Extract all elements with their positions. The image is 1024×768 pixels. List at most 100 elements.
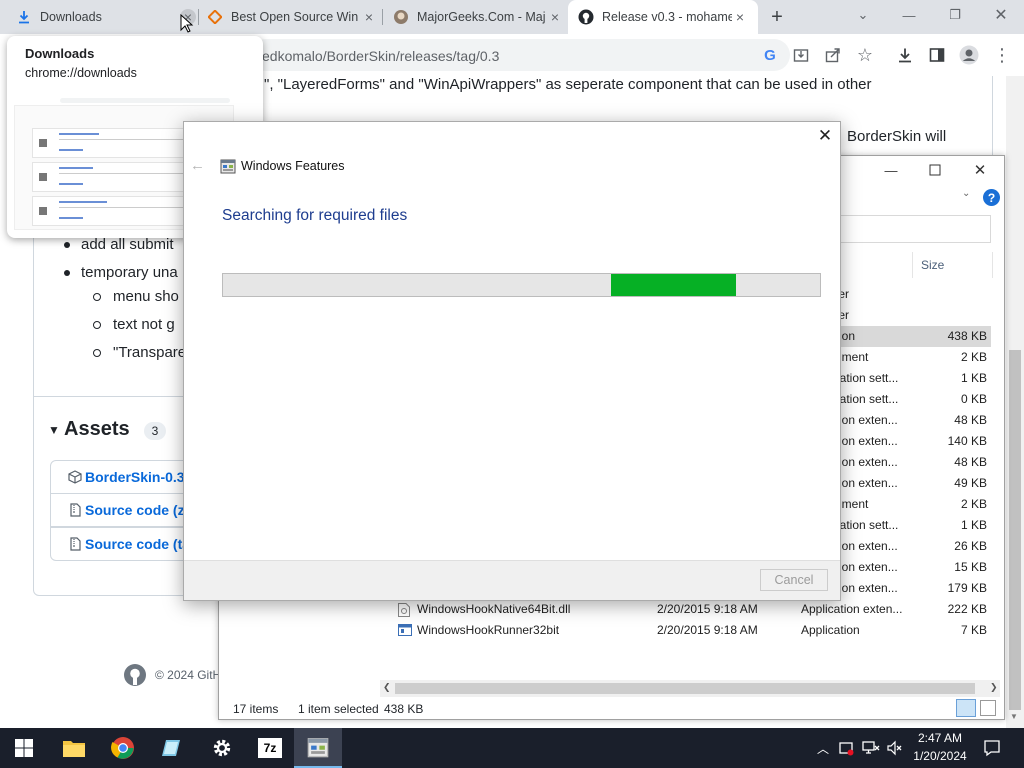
address-url[interactable]: edkomalo/BorderSkin/releases/tag/0.3 (262, 48, 499, 64)
close-tab-icon[interactable]: × (361, 9, 377, 25)
scroll-right-arrow-icon[interactable]: ❯ (990, 682, 998, 693)
file-type: Application exten... (801, 602, 903, 616)
file-size: 2 KB (960, 350, 987, 364)
majorgeeks-favicon-icon (393, 9, 409, 25)
asset-label[interactable]: Source code (zip (85, 502, 197, 518)
windows-features-taskbar-icon[interactable] (294, 728, 342, 768)
network-icon[interactable] (860, 728, 882, 768)
tab-search-icon[interactable]: ⌄ (840, 0, 886, 30)
file-zip-icon (67, 536, 83, 552)
dialog-footer (184, 560, 840, 600)
explorer-minimize-icon[interactable]: — (873, 158, 909, 182)
more-menu-icon[interactable]: ⋮ (990, 43, 1014, 67)
dialog-title: Windows Features (241, 159, 345, 173)
scroll-left-arrow-icon[interactable]: ❮ (383, 682, 391, 693)
explorer-maximize-icon[interactable] (917, 158, 953, 182)
tab-release[interactable]: Release v0.3 - mohame × (568, 0, 758, 34)
file-size: 2 KB (960, 497, 987, 511)
tab-separator (382, 9, 383, 25)
preview-search (60, 98, 230, 103)
share-icon[interactable] (821, 43, 845, 67)
tab-title: Best Open Source Win (231, 10, 359, 24)
file-size: 1 KB (960, 518, 987, 532)
tab-downloads[interactable]: Downloads × (16, 0, 196, 34)
download-icon (16, 9, 32, 25)
file-row[interactable]: WindowsHookRunner32bit 2/20/2015 9:18 AM A… (380, 620, 991, 641)
column-divider (912, 252, 913, 278)
file-date: 2/20/2015 9:18 AM (657, 602, 758, 616)
notepad-icon[interactable] (148, 728, 196, 768)
file-size: 179 KB (947, 581, 987, 595)
github-favicon-icon (578, 9, 594, 25)
clock-date[interactable]: 1/20/2024 (910, 749, 970, 763)
file-zip-icon (67, 502, 83, 518)
sub-bullet-circle (93, 293, 101, 301)
sub-bullet-item: menu sho (113, 288, 179, 305)
downloads-icon[interactable] (893, 43, 917, 67)
status-item-count: 17 items (233, 702, 279, 716)
settings-icon[interactable] (198, 728, 246, 768)
help-icon[interactable]: ? (983, 189, 1000, 206)
windows-features-dialog (183, 121, 841, 601)
application-file-icon (398, 624, 412, 639)
github-logo-icon[interactable] (123, 663, 147, 687)
side-panel-icon[interactable] (925, 43, 949, 67)
explorer-search-box[interactable] (838, 215, 991, 243)
file-name: WindowsHookNative64Bit.dll (417, 602, 571, 616)
file-explorer-icon[interactable] (50, 728, 98, 768)
asset-label[interactable]: BorderSkin-0.3.z (85, 469, 195, 485)
tab-title: Downloads (40, 10, 102, 24)
tab-separator (198, 9, 199, 25)
bullet-item: temporary una (81, 264, 178, 281)
bullet-dot (64, 270, 70, 276)
assets-count-badge: 3 (144, 422, 166, 440)
tab-majorgeeks[interactable]: MajorGeeks.Com - Maj × (393, 0, 563, 34)
show-hidden-icons-icon[interactable]: ︿ (814, 728, 832, 768)
start-button[interactable] (0, 728, 48, 768)
chrome-icon[interactable] (99, 728, 147, 768)
volume-muted-icon[interactable] (884, 728, 906, 768)
profile-avatar-icon[interactable] (957, 43, 981, 67)
horizontal-scrollbar-thumb[interactable] (395, 683, 975, 694)
ribbon-expand-icon[interactable]: ⌄ (962, 188, 970, 199)
notifications-icon[interactable] (978, 728, 1006, 768)
google-lens-icon[interactable]: G (758, 43, 782, 67)
file-row[interactable]: WindowsHookNative64Bit.dll 2/20/2015 9:18… (380, 599, 991, 620)
scroll-down-arrow-icon[interactable]: ▼ (1010, 712, 1018, 721)
file-size: 48 KB (954, 413, 987, 427)
caret-down-icon[interactable]: ▼ (48, 423, 60, 437)
close-tab-icon[interactable]: × (547, 9, 563, 25)
diamond-favicon-icon (207, 9, 223, 25)
7zip-icon[interactable]: 7z (246, 728, 294, 768)
file-name: WindowsHookRunner32bit (417, 623, 560, 637)
new-tab-button[interactable]: + (765, 6, 789, 28)
install-app-icon[interactable] (789, 43, 813, 67)
minimize-icon[interactable]: — (886, 0, 932, 30)
close-window-icon[interactable]: ✕ (978, 0, 1024, 30)
7zip-logo: 7z (258, 738, 282, 758)
clock-time[interactable]: 2:47 AM (912, 731, 968, 745)
dialog-close-icon[interactable]: ✕ (812, 124, 838, 148)
bookmark-star-icon[interactable]: ☆ (853, 43, 877, 67)
security-icon[interactable] (836, 728, 856, 768)
column-divider (992, 252, 993, 278)
page-scrollbar-thumb[interactable] (1009, 350, 1021, 710)
dialog-heading: Searching for required files (222, 207, 408, 224)
column-header-size[interactable]: Size (921, 258, 944, 272)
large-icons-view-icon[interactable] (980, 700, 996, 716)
restore-icon[interactable]: ❐ (932, 0, 978, 30)
tab-best-open-source[interactable]: Best Open Source Win × (207, 0, 377, 34)
assets-heading[interactable]: Assets (64, 418, 130, 441)
page-footer: © 2024 GitH (155, 668, 222, 682)
asset-label[interactable]: Source code (tar (85, 536, 195, 552)
cancel-button[interactable]: Cancel (760, 569, 828, 591)
file-size: 1 KB (960, 371, 987, 385)
bullet-item: add all submit (81, 236, 174, 253)
file-size: 7 KB (960, 623, 987, 637)
file-size: 48 KB (954, 455, 987, 469)
close-tab-icon[interactable]: × (732, 9, 748, 25)
explorer-close-icon[interactable]: ✕ (962, 158, 998, 182)
back-arrow-icon[interactable]: ← (190, 157, 205, 174)
release-notes-text: ", "LayeredForms" and "WinApiWrappers" a… (264, 76, 872, 93)
details-view-icon[interactable] (956, 699, 976, 717)
